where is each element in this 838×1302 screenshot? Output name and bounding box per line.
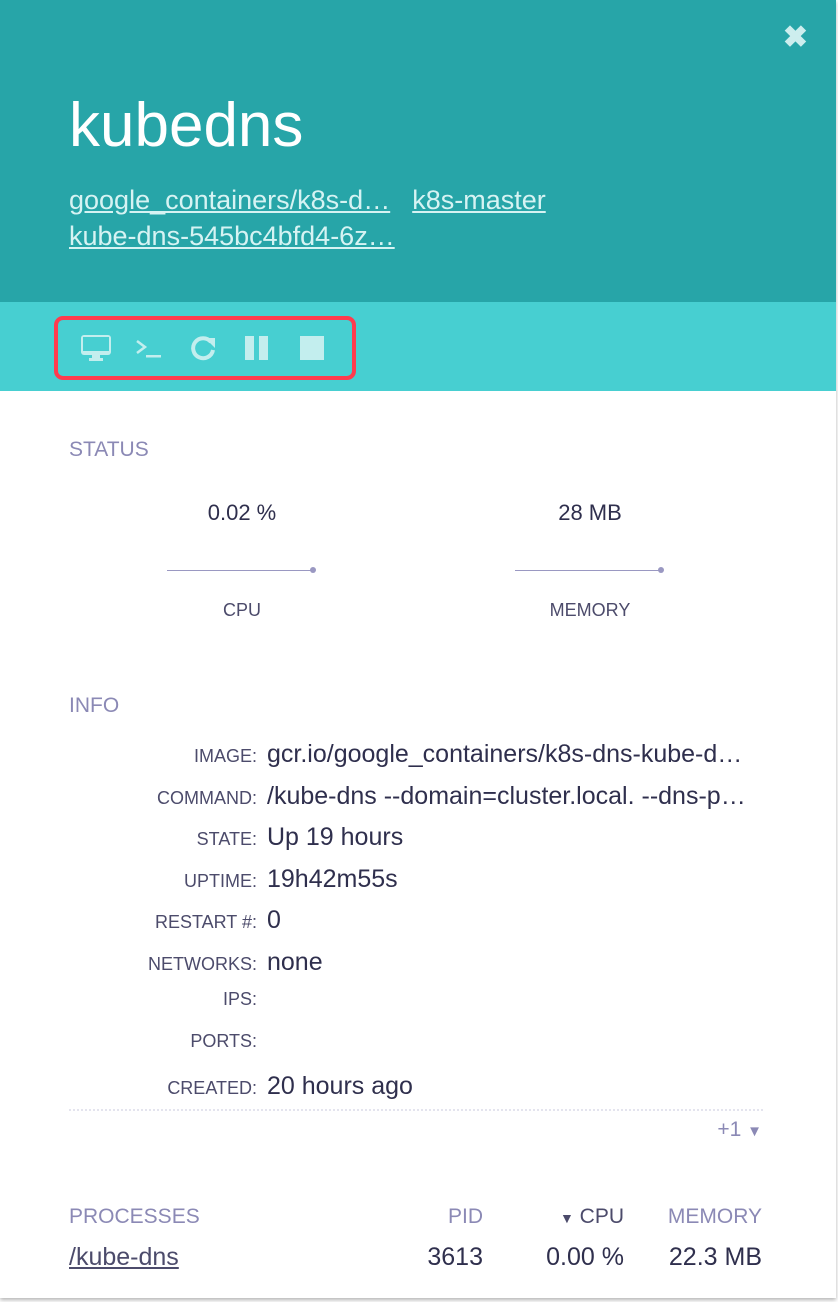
cpu-value: 0.02 % — [207, 500, 277, 525]
info-row: RESTART #: 0 — [69, 906, 763, 948]
monitor-icon — [81, 335, 111, 361]
restart-button[interactable] — [189, 328, 243, 368]
info-value: none — [267, 947, 323, 976]
cpu-label: CPU — [222, 600, 261, 620]
info-key: IMAGE: — [193, 746, 257, 766]
memory-value: 28 MB — [558, 500, 622, 525]
pid-column-header[interactable]: PID — [448, 1205, 483, 1229]
process-cpu: 0.00 % — [546, 1243, 624, 1271]
monitor-button[interactable] — [80, 328, 134, 368]
pause-button[interactable] — [243, 328, 297, 368]
process-pid: 3613 — [427, 1243, 483, 1271]
image-link[interactable]: google_containers/k8s-d… — [69, 182, 390, 218]
info-row: NETWORKS: none — [69, 948, 763, 990]
info-key: COMMAND: — [157, 787, 257, 808]
host-link[interactable]: k8s-master — [412, 182, 546, 218]
info-row: UPTIME: 19h42m55s — [69, 865, 763, 907]
stop-icon — [299, 336, 324, 360]
info-key: UPTIME: — [183, 870, 257, 891]
memory-label: MEMORY — [549, 600, 631, 620]
process-name-link[interactable]: /kube-dns — [69, 1243, 179, 1272]
processes-heading: PROCESSES — [69, 1205, 200, 1228]
info-value: Up 19 hours — [267, 823, 404, 851]
terminal-button[interactable] — [134, 328, 188, 368]
info-key: RESTART #: — [154, 912, 257, 932]
info-key: PORTS: — [190, 1030, 257, 1051]
close-icon[interactable]: ✖ — [783, 20, 808, 55]
container-detail-panel: ✖ kubedns google_containers/k8s-d… k8s-ma… — [0, 0, 836, 1298]
terminal-icon — [136, 340, 162, 358]
info-key: NETWORKS: — [147, 953, 257, 974]
actions-highlight — [54, 316, 356, 380]
toolbar — [0, 302, 836, 391]
info-heading: INFO — [69, 694, 120, 717]
info-list: IMAGE: gcr.io/google_containers/k8s-dns-k… — [69, 740, 763, 1114]
more-toggle[interactable]: +1 ▼ — [717, 1118, 762, 1142]
pause-icon — [245, 336, 269, 360]
process-memory: 22.3 MB — [668, 1243, 762, 1271]
divider — [69, 1109, 763, 1111]
pod-link[interactable]: kube-dns-545bc4bfd4-6z… — [69, 218, 395, 254]
status-heading: STATUS — [69, 438, 149, 461]
cpu-sparkline — [167, 567, 316, 573]
info-value: 0 — [267, 906, 281, 934]
page-title: kubedns — [69, 91, 304, 160]
info-key: IPS: — [222, 989, 257, 1009]
info-row: IPS: — [69, 989, 763, 1031]
sort-desc-icon: ▼ — [559, 1210, 574, 1226]
memory-sparkline — [515, 567, 664, 573]
more-count: +1 — [717, 1118, 742, 1141]
info-row: IMAGE: gcr.io/google_containers/k8s-dns-k… — [69, 740, 763, 782]
caret-down-icon: ▼ — [747, 1123, 762, 1140]
cpu-header-label: CPU — [579, 1205, 624, 1228]
info-row: PORTS: — [69, 1031, 763, 1073]
restart-icon — [191, 336, 215, 361]
info-key: STATE: — [196, 829, 257, 849]
info-row: STATE: Up 19 hours — [69, 823, 763, 865]
stop-button[interactable] — [298, 328, 352, 368]
info-key: CREATED: — [167, 1078, 257, 1098]
header: ✖ kubedns google_containers/k8s-d… k8s-ma… — [0, 0, 836, 302]
info-value: /kube-dns --domain=cluster.local. --dns-… — [267, 781, 753, 810]
info-row: COMMAND: /kube-dns --domain=cluster.local… — [69, 782, 763, 824]
info-value: 20 hours ago — [267, 1072, 413, 1100]
info-value: gcr.io/google_containers/k8s-dns-kube-dn… — [267, 740, 753, 768]
memory-column-header[interactable]: MEMORY — [668, 1205, 762, 1229]
info-value: 19h42m55s — [267, 864, 398, 893]
cpu-column-header[interactable]: ▼ CPU — [560, 1205, 624, 1229]
info-row: CREATED: 20 hours ago — [69, 1072, 763, 1114]
